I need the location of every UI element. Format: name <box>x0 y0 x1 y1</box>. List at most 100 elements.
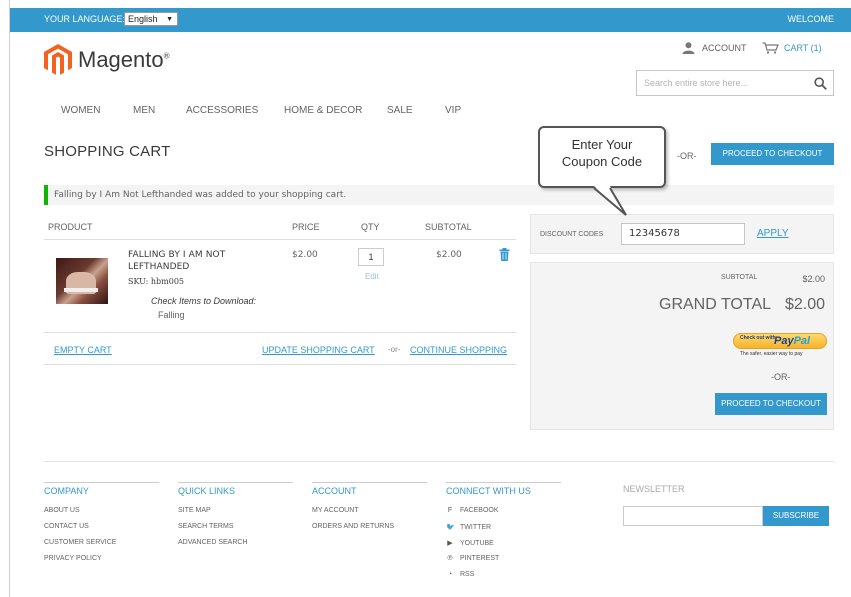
subtotal-value: $2.00 <box>802 274 825 284</box>
footer-link-youtube[interactable]: ▶ YouTube <box>446 539 494 548</box>
continue-shopping-link[interactable]: Continue Shopping <box>410 345 507 355</box>
subscribe-button[interactable]: Subscribe <box>763 506 829 526</box>
chevron-down-icon: ▼ <box>166 16 173 23</box>
footer-link-orders-returns[interactable]: Orders and Returns <box>312 523 394 530</box>
account-label: Account <box>702 43 747 53</box>
footer-account-title: Account <box>312 486 357 496</box>
facebook-icon: f <box>447 507 453 514</box>
callout-line-1: Enter Your <box>571 137 633 152</box>
footer-link-my-account[interactable]: My Account <box>312 507 359 514</box>
discount-label: Discount Codes <box>540 231 604 238</box>
cart-link[interactable]: Cart (1) <box>762 42 822 54</box>
subtotal-label: Subtotal <box>721 274 758 281</box>
footer-link-customer-service[interactable]: Customer Service <box>44 539 116 546</box>
item-subtotal: $2.00 <box>436 250 462 260</box>
discount-panel: Discount Codes 12345678 Apply <box>530 214 834 254</box>
grand-total-value: $2.00 <box>784 296 825 313</box>
footer-link-facebook[interactable]: f Facebook <box>446 507 499 514</box>
totals-or-separator: -OR- <box>771 372 791 382</box>
header-qty: Qty <box>361 222 380 232</box>
magento-logo-icon <box>44 44 72 75</box>
quick-links-rule <box>178 482 293 483</box>
language-select[interactable]: English ▼ <box>124 12 178 26</box>
page-frame: Your Language: English ▼ Welcome Magento… <box>9 0 851 597</box>
account-link[interactable]: Account <box>682 42 747 54</box>
footer-link-twitter[interactable]: 🐦 Twitter <box>446 523 491 532</box>
qty-input[interactable]: 1 <box>358 248 384 266</box>
footer-link-advanced-search[interactable]: Advanced Search <box>178 539 248 546</box>
footer-link-about[interactable]: About Us <box>44 507 80 514</box>
company-rule <box>44 482 159 483</box>
footer-link-search-terms[interactable]: Search Terms <box>178 523 234 530</box>
totals-panel: Subtotal $2.00 Grand Total $2.00 Check o… <box>530 262 834 430</box>
success-message: Falling by I Am Not Lefthanded was added… <box>44 185 834 205</box>
header-price: Price <box>292 222 320 232</box>
newsletter-email-input[interactable] <box>623 506 763 526</box>
product-option-value: Falling <box>158 310 185 320</box>
header-product: Product <box>48 222 93 232</box>
pinterest-icon: ℗ <box>447 555 453 562</box>
header-subtotal: Subtotal <box>425 222 472 232</box>
welcome-message: Welcome <box>787 14 834 24</box>
footer-divider <box>44 461 834 462</box>
coupon-callout: Enter Your Coupon Code <box>538 126 666 188</box>
paypal-checkout-text: Check out with <box>740 335 776 341</box>
callout-line-2: Coupon Code <box>561 154 643 169</box>
nav-item-women[interactable]: Women <box>61 105 100 116</box>
proceed-checkout-button-bottom[interactable]: Proceed to Checkout <box>715 393 827 415</box>
twitter-icon: 🐦 <box>446 524 455 531</box>
table-divider <box>44 239 516 240</box>
product-options-label: Check Items to Download: <box>151 296 257 306</box>
nav-item-sale[interactable]: Sale <box>387 105 413 116</box>
item-price: $2.00 <box>292 250 318 260</box>
product-name[interactable]: Falling by I Am Not Lefthanded <box>128 249 268 273</box>
search-box <box>636 70 834 96</box>
cart-label: Cart (1) <box>784 43 822 53</box>
paypal-logo: PayPal <box>774 335 811 347</box>
trash-icon[interactable] <box>499 248 510 261</box>
proceed-checkout-button-top[interactable]: Proceed to Checkout <box>711 143 834 165</box>
youtube-icon: ▶ <box>447 540 453 547</box>
actions-divider <box>44 364 516 365</box>
footer-link-privacy[interactable]: Privacy Policy <box>44 555 102 562</box>
newsletter-title: Newsletter <box>623 484 685 494</box>
user-icon <box>682 42 695 54</box>
empty-cart-link[interactable]: Empty Cart <box>54 345 112 355</box>
or-separator: -OR- <box>677 151 697 161</box>
top-bar: Your Language: English ▼ Welcome <box>10 8 851 32</box>
callout-pointer-icon <box>593 186 627 216</box>
update-cart-link[interactable]: Update Shopping Cart <box>262 345 375 355</box>
footer-link-sitemap[interactable]: Site Map <box>178 507 211 514</box>
footer-connect-title: Connect With Us <box>446 486 531 496</box>
footer-link-contact[interactable]: Contact Us <box>44 523 89 530</box>
search-icon[interactable] <box>814 77 827 90</box>
cart-icon <box>762 42 779 54</box>
footer-link-rss[interactable]: ◔ RSS <box>446 571 475 578</box>
footer-link-pinterest[interactable]: ℗ Pinterest <box>446 555 499 562</box>
page-title: Shopping Cart <box>44 143 171 160</box>
search-input[interactable] <box>637 71 807 95</box>
apply-coupon-link[interactable]: Apply <box>757 228 789 239</box>
language-value: English <box>128 14 158 24</box>
paypal-tagline: The safer, easier way to pay <box>740 351 803 357</box>
brand-name: Magento® <box>78 47 170 72</box>
nav-item-vip[interactable]: VIP <box>445 105 461 116</box>
logo[interactable]: Magento® <box>44 44 170 76</box>
footer-company-title: Company <box>44 486 89 496</box>
actions-or-separator: -or- <box>388 345 401 354</box>
language-label: Your Language: <box>44 14 126 24</box>
row-divider <box>44 332 516 333</box>
coupon-code-input[interactable]: 12345678 <box>621 223 745 245</box>
nav-item-accessories[interactable]: Accessories <box>186 105 258 116</box>
grand-total-label: Grand Total <box>659 296 772 313</box>
paypal-checkout-button[interactable]: Check out with PayPal <box>733 333 827 349</box>
footer-quick-links-title: Quick Links <box>178 486 236 496</box>
rss-icon: ◔ <box>447 571 453 578</box>
nav-item-men[interactable]: Men <box>133 105 155 116</box>
nav-item-home-decor[interactable]: Home & Decor <box>284 105 362 116</box>
main-nav: Women Men Accessories Home & Decor Sale … <box>10 105 510 121</box>
edit-link[interactable]: Edit <box>365 272 379 281</box>
product-image[interactable] <box>56 258 108 304</box>
product-sku: SKU: hbm005 <box>128 277 184 286</box>
account-rule <box>312 482 427 483</box>
